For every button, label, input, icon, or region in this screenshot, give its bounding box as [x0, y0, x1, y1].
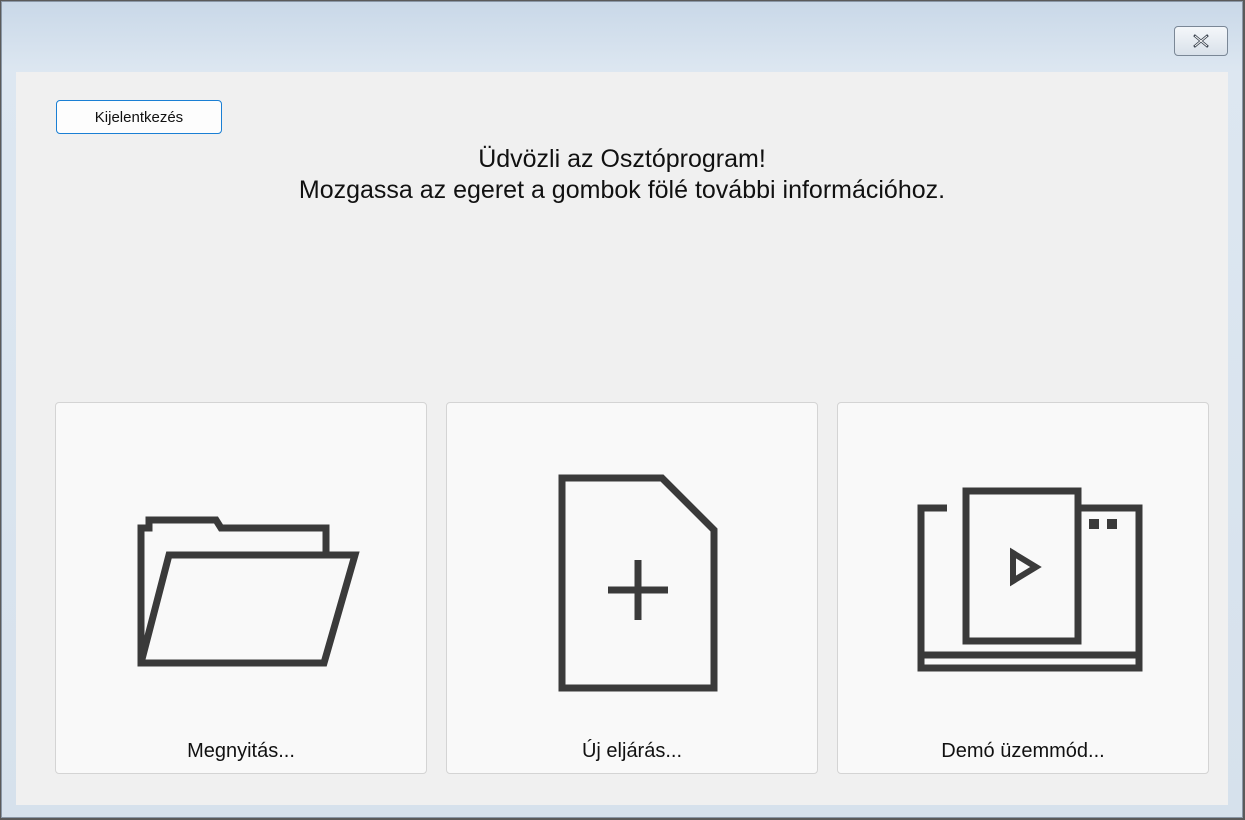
- demo-video-icon: [917, 487, 1143, 672]
- title-bar: [2, 2, 1242, 72]
- welcome-title: Üdvözli az Osztóprogram!: [478, 145, 766, 173]
- close-icon: [1193, 34, 1209, 48]
- new-document-icon: [558, 474, 718, 692]
- new-procedure-button[interactable]: Új eljárás...: [446, 402, 818, 774]
- demo-mode-button[interactable]: Demó üzemmód...: [837, 402, 1209, 774]
- folder-open-icon: [137, 516, 360, 667]
- open-button[interactable]: Megnyitás...: [55, 402, 427, 774]
- client-area: Kijelentkezés Üdvözli az Osztóprogram! M…: [16, 72, 1228, 805]
- main-window: Kijelentkezés Üdvözli az Osztóprogram! M…: [1, 1, 1243, 818]
- demo-mode-label: Demó üzemmód...: [941, 740, 1105, 762]
- close-button[interactable]: [1174, 26, 1228, 56]
- welcome-hint: Mozgassa az egeret a gombok fölé további…: [298, 176, 946, 204]
- welcome-message: Üdvözli az Osztóprogram! Mozgassa az ege…: [16, 144, 1228, 206]
- new-procedure-label: Új eljárás...: [581, 740, 683, 762]
- open-label: Megnyitás...: [187, 740, 295, 762]
- logout-button[interactable]: Kijelentkezés: [56, 100, 222, 134]
